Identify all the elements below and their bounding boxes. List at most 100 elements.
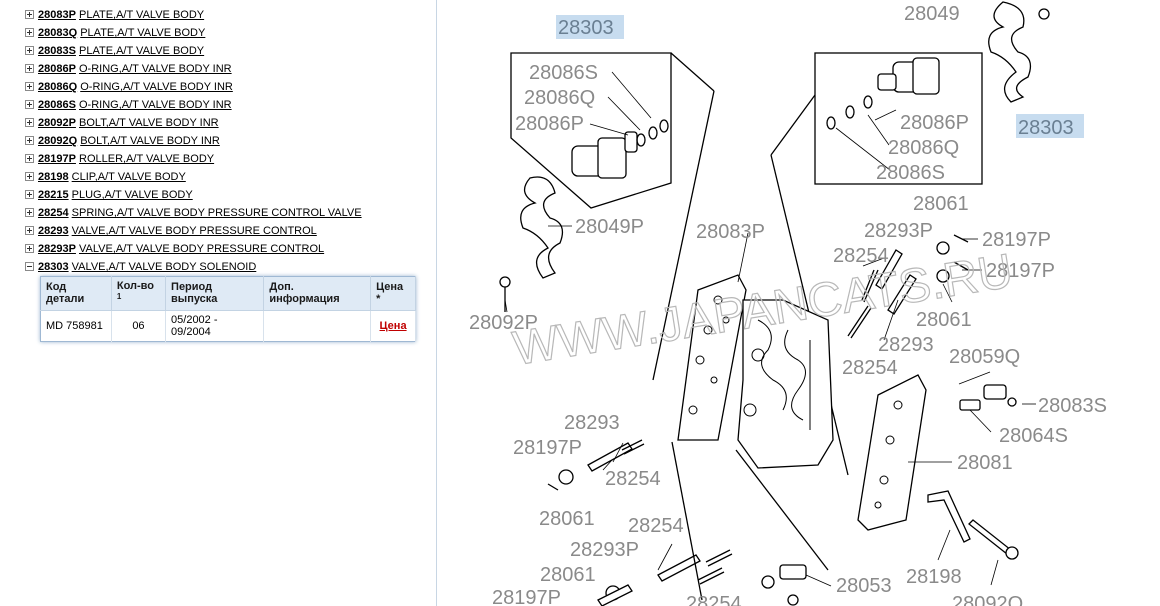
table-row: MD 758981 06 05/2002 - 09/2004 Цена <box>40 310 416 342</box>
label-28086S-right[interactable]: 28086S <box>876 162 945 184</box>
expand-icon[interactable] <box>25 27 34 37</box>
tree-item[interactable]: 28086P O-RING,A/T VALVE BODY INR <box>25 60 232 78</box>
tree-item-code[interactable]: 28198 <box>38 171 69 183</box>
label-28061-b[interactable]: 28061 <box>916 309 972 331</box>
tree-item[interactable]: 28086Q O-RING,A/T VALVE BODY INR <box>25 78 233 96</box>
expand-icon[interactable] <box>25 9 34 19</box>
tree-item[interactable]: 28197P ROLLER,A/T VALVE BODY <box>25 150 214 168</box>
tree-item-name[interactable]: BOLT,A/T VALVE BODY INR <box>80 135 220 147</box>
expand-icon[interactable] <box>25 63 34 73</box>
tree-item-code[interactable]: 28086P <box>38 63 76 75</box>
tree-item-name[interactable]: O-RING,A/T VALVE BODY INR <box>79 99 232 111</box>
tree-item-name[interactable]: PLATE,A/T VALVE BODY <box>79 45 204 57</box>
label-28053[interactable]: 28053 <box>836 575 892 597</box>
tree-item-code[interactable]: 28092P <box>38 117 76 129</box>
tree-item[interactable]: 28293P VALVE,A/T VALVE BODY PRESSURE CON… <box>25 240 324 258</box>
tree-item[interactable]: 28092P BOLT,A/T VALVE BODY INR <box>25 114 219 132</box>
label-28059Q[interactable]: 28059Q <box>949 346 1020 368</box>
label-28086P-left[interactable]: 28086P <box>515 113 584 135</box>
tree-item-name[interactable]: CLIP,A/T VALVE BODY <box>72 171 186 183</box>
label-28064S[interactable]: 28064S <box>999 425 1068 447</box>
tree-item-name[interactable]: VALVE,A/T VALVE BODY SOLENOID <box>72 261 257 273</box>
expand-icon[interactable] <box>25 225 34 235</box>
label-28293P-a[interactable]: 28293P <box>864 220 933 242</box>
tree-item-name[interactable]: VALVE,A/T VALVE BODY PRESSURE CONTROL <box>79 243 324 255</box>
label-28254-d[interactable]: 28254 <box>628 515 684 537</box>
tree-item[interactable]: 28083P PLATE,A/T VALVE BODY <box>25 6 204 24</box>
expand-icon[interactable] <box>25 153 34 163</box>
tree-item-code[interactable]: 28083P <box>38 9 76 21</box>
leader-line <box>770 94 816 156</box>
tree-item-name[interactable]: O-RING,A/T VALVE BODY INR <box>80 81 233 93</box>
expand-icon[interactable] <box>25 189 34 199</box>
label-28083P[interactable]: 28083P <box>696 221 765 243</box>
valve-28293-lower <box>587 442 633 472</box>
tree-item-code[interactable]: 28303 <box>38 261 69 273</box>
label-28049[interactable]: 28049 <box>904 3 960 25</box>
tree-item[interactable]: 28215 PLUG,A/T VALVE BODY <box>25 186 193 204</box>
label-28303-right[interactable]: 28303 <box>1018 117 1074 139</box>
tree-item-code[interactable]: 28083S <box>38 45 76 57</box>
label-28049P[interactable]: 28049P <box>575 216 644 238</box>
price-link[interactable]: Цена <box>380 320 407 332</box>
tree-item[interactable]: 28303 VALVE,A/T VALVE BODY SOLENOID <box>25 258 256 276</box>
tree-item-code[interactable]: 28293P <box>38 243 76 255</box>
tree-item-name[interactable]: PLATE,A/T VALVE BODY <box>79 9 204 21</box>
label-28086S-left[interactable]: 28086S <box>529 62 598 84</box>
label-28086P-right[interactable]: 28086P <box>900 112 969 134</box>
expand-icon[interactable] <box>25 171 34 181</box>
expand-icon[interactable] <box>25 81 34 91</box>
label-28081[interactable]: 28081 <box>957 452 1013 474</box>
tree-item-name[interactable]: BOLT,A/T VALVE BODY INR <box>79 117 219 129</box>
spring-lower-c <box>697 567 725 585</box>
tree-item-code[interactable]: 28254 <box>38 207 69 219</box>
label-28197P-d[interactable]: 28197P <box>492 587 561 606</box>
tree-item-code[interactable]: 28215 <box>38 189 69 201</box>
label-28061-d[interactable]: 28061 <box>540 564 596 586</box>
tree-item-name[interactable]: ROLLER,A/T VALVE BODY <box>79 153 214 165</box>
tree-item-code[interactable]: 28293 <box>38 225 69 237</box>
tree-item[interactable]: 28083S PLATE,A/T VALVE BODY <box>25 42 204 60</box>
tree-item-name[interactable]: SPRING,A/T VALVE BODY PRESSURE CONTROL V… <box>72 207 362 219</box>
expand-icon[interactable] <box>25 45 34 55</box>
label-28061-c[interactable]: 28061 <box>539 508 595 530</box>
tree-item[interactable]: 28083Q PLATE,A/T VALVE BODY <box>25 24 205 42</box>
label-28293-b[interactable]: 28293 <box>564 412 620 434</box>
tree-item[interactable]: 28086S O-RING,A/T VALVE BODY INR <box>25 96 232 114</box>
expand-icon[interactable] <box>25 117 34 127</box>
tree-item-code[interactable]: 28197P <box>38 153 76 165</box>
label-28092Q[interactable]: 28092Q <box>952 593 1023 606</box>
tree-item[interactable]: 28254 SPRING,A/T VALVE BODY PRESSURE CON… <box>25 204 362 222</box>
label-28086Q-right[interactable]: 28086Q <box>888 137 959 159</box>
tree-item[interactable]: 28198 CLIP,A/T VALVE BODY <box>25 168 186 186</box>
label-28086Q-left[interactable]: 28086Q <box>524 87 595 109</box>
plug-28083S <box>1007 397 1017 407</box>
tree-item-code[interactable]: 28083Q <box>38 27 77 39</box>
label-28293-a[interactable]: 28293 <box>878 334 934 356</box>
part-lower-right <box>787 594 799 606</box>
tree-item-code[interactable]: 28086Q <box>38 81 77 93</box>
label-28198[interactable]: 28198 <box>906 566 962 588</box>
label-28083S[interactable]: 28083S <box>1038 395 1107 417</box>
label-28254-c[interactable]: 28254 <box>605 468 661 490</box>
label-28061-a[interactable]: 28061 <box>913 193 969 215</box>
tree-item[interactable]: 28293 VALVE,A/T VALVE BODY PRESSURE CONT… <box>25 222 317 240</box>
expand-icon[interactable] <box>25 99 34 109</box>
tree-item-name[interactable]: O-RING,A/T VALVE BODY INR <box>79 63 232 75</box>
tree-item-code[interactable]: 28092Q <box>38 135 77 147</box>
label-28303-left[interactable]: 28303 <box>558 17 614 39</box>
tree-item-name[interactable]: PLUG,A/T VALVE BODY <box>72 189 193 201</box>
tree-item-code[interactable]: 28086S <box>38 99 76 111</box>
label-28254-e[interactable]: 28254 <box>686 593 742 606</box>
tree-item-name[interactable]: PLATE,A/T VALVE BODY <box>80 27 205 39</box>
expand-icon[interactable] <box>25 207 34 217</box>
label-28293P-b[interactable]: 28293P <box>570 539 639 561</box>
label-28254-a[interactable]: 28254 <box>833 245 889 267</box>
label-28254-b[interactable]: 28254 <box>842 357 898 379</box>
tree-item-name[interactable]: VALVE,A/T VALVE BODY PRESSURE CONTROL <box>72 225 317 237</box>
tree-item[interactable]: 28092Q BOLT,A/T VALVE BODY INR <box>25 132 220 150</box>
expand-icon[interactable] <box>25 243 34 253</box>
expand-icon[interactable] <box>25 135 34 145</box>
label-28197P-c[interactable]: 28197P <box>513 437 582 459</box>
collapse-icon[interactable] <box>25 261 34 271</box>
